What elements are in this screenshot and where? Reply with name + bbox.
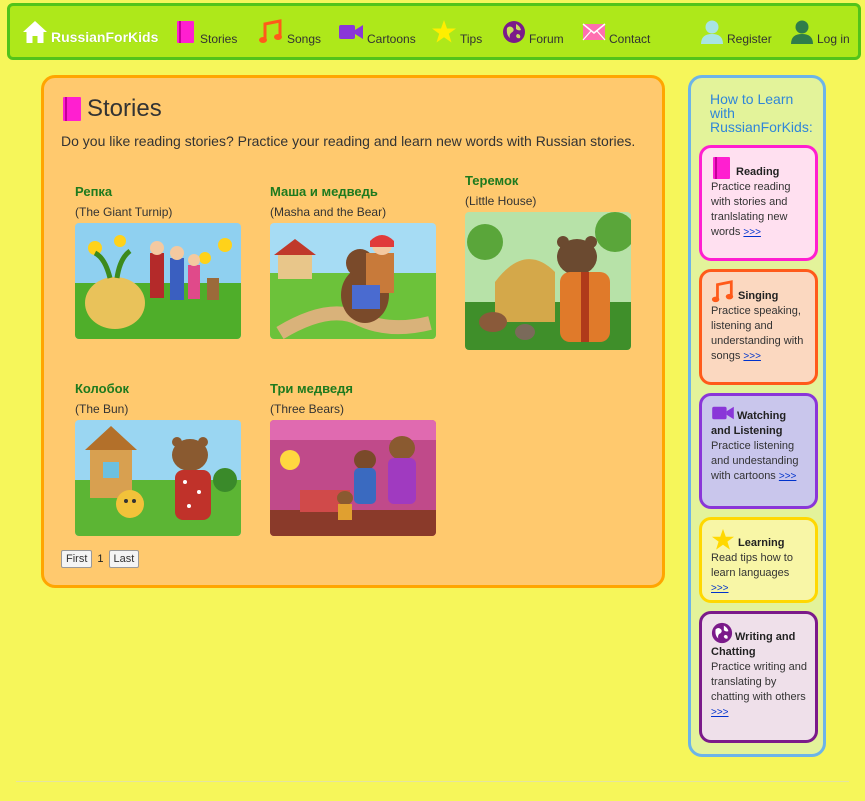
card-title: Watching and Listening (711, 404, 807, 439)
story-thumbnail[interactable] (270, 223, 436, 339)
card-more-link[interactable]: >>> (743, 227, 761, 238)
brand-name: RussianForKids (51, 28, 159, 45)
card-title: Learning (711, 528, 807, 551)
little-house-illustration (465, 212, 631, 350)
envelope-icon (582, 22, 606, 40)
story-item: Маша и медведь (Masha and the Bear) (270, 184, 436, 339)
story-title-link[interactable]: Колобок (75, 381, 241, 396)
card-title: Singing (711, 280, 807, 304)
book-icon (177, 20, 194, 43)
story-subtitle: (Little House) (465, 194, 537, 208)
story-thumbnail[interactable] (465, 212, 631, 350)
stories-panel: Stories Do you like reading stories? Pra… (41, 75, 665, 588)
last-page-button[interactable]: Last (108, 550, 140, 568)
card-more-link[interactable]: >>> (711, 707, 729, 718)
card-watching: Watching and Listening Practice listenin… (699, 393, 818, 509)
home-icon (23, 20, 47, 43)
footer-divider (16, 781, 849, 782)
book-icon (713, 157, 730, 179)
card-more-link[interactable]: >>> (743, 351, 761, 362)
page-title: Stories (61, 95, 162, 123)
story-item: Репка (The Giant Turnip) (75, 184, 241, 339)
bun-illustration (75, 420, 241, 536)
story-subtitle: (The Bun) (75, 402, 129, 416)
nav-stories[interactable]: Stories (175, 6, 237, 57)
music-note-icon (711, 280, 734, 303)
video-camera-icon (712, 406, 734, 420)
story-item: Колобок (The Bun) (75, 381, 241, 536)
story-subtitle: (Three Bears) (270, 402, 345, 416)
card-learning: Learning Read tips how to learn language… (699, 517, 818, 603)
story-thumbnail[interactable] (75, 223, 241, 339)
story-title-link[interactable]: Репка (75, 184, 241, 199)
sidebar-heading: How to Learn with RussianForKids: (710, 91, 813, 135)
story-item: Теремок (Little House) (465, 173, 631, 350)
story-thumbnail[interactable] (270, 420, 436, 536)
brand-link[interactable]: RussianForKids (22, 6, 158, 57)
card-title: Writing and Chatting (711, 622, 807, 660)
story-item: Три медведя (Three Bears) (270, 381, 436, 536)
nav-contact[interactable]: Contact (582, 6, 650, 57)
nav-forum[interactable]: Forum (502, 6, 564, 57)
nav-tips[interactable]: Tips (431, 6, 482, 57)
book-icon (63, 97, 81, 121)
music-note-icon (259, 18, 282, 43)
current-page: 1 (97, 553, 104, 565)
user-icon (701, 20, 723, 44)
register-link[interactable]: Register (700, 6, 772, 57)
sidebar: How to Learn with RussianForKids: Readin… (688, 75, 826, 757)
story-subtitle: (The Giant Turnip) (75, 205, 173, 219)
globe-icon (711, 622, 733, 644)
star-icon (711, 528, 735, 550)
card-title: Reading (711, 156, 807, 180)
story-title-link[interactable]: Теремок (465, 173, 631, 188)
first-page-button[interactable]: First (61, 550, 93, 568)
story-title-link[interactable]: Маша и медведь (270, 184, 436, 199)
card-text: Practice speaking, listening and underst… (711, 305, 804, 362)
top-nav: RussianForKids Stories Songs Cartoons Ti… (7, 3, 861, 60)
pagination: First 1 Last (61, 550, 140, 568)
story-thumbnail[interactable] (75, 420, 241, 536)
login-link[interactable]: Log in (790, 6, 850, 57)
card-more-link[interactable]: >>> (779, 471, 797, 482)
card-writing: Writing and Chatting Practice writing an… (699, 611, 818, 743)
story-title-link[interactable]: Три медведя (270, 381, 436, 396)
three-bears-illustration (270, 420, 436, 536)
user-icon (791, 20, 813, 44)
nav-songs[interactable]: Songs (258, 6, 321, 57)
star-icon (432, 20, 456, 43)
card-singing: Singing Practice speaking, listening and… (699, 269, 818, 385)
card-text: Practice writing and translating by chat… (711, 661, 807, 718)
globe-icon (503, 20, 525, 43)
page-intro: Do you like reading stories? Practice yo… (61, 133, 636, 149)
card-text: Practice listening and undestanding with… (711, 440, 799, 482)
card-text: Practice reading with stories and tranls… (711, 181, 791, 238)
card-text: Read tips how to learn languages >>> (711, 552, 793, 594)
nav-cartoons[interactable]: Cartoons (338, 6, 416, 57)
masha-bear-illustration (270, 223, 436, 339)
video-camera-icon (339, 24, 363, 39)
card-more-link[interactable]: >>> (711, 583, 729, 594)
story-subtitle: (Masha and the Bear) (270, 205, 387, 219)
card-reading: Reading Practice reading with stories an… (699, 145, 818, 261)
turnip-illustration (75, 223, 241, 339)
